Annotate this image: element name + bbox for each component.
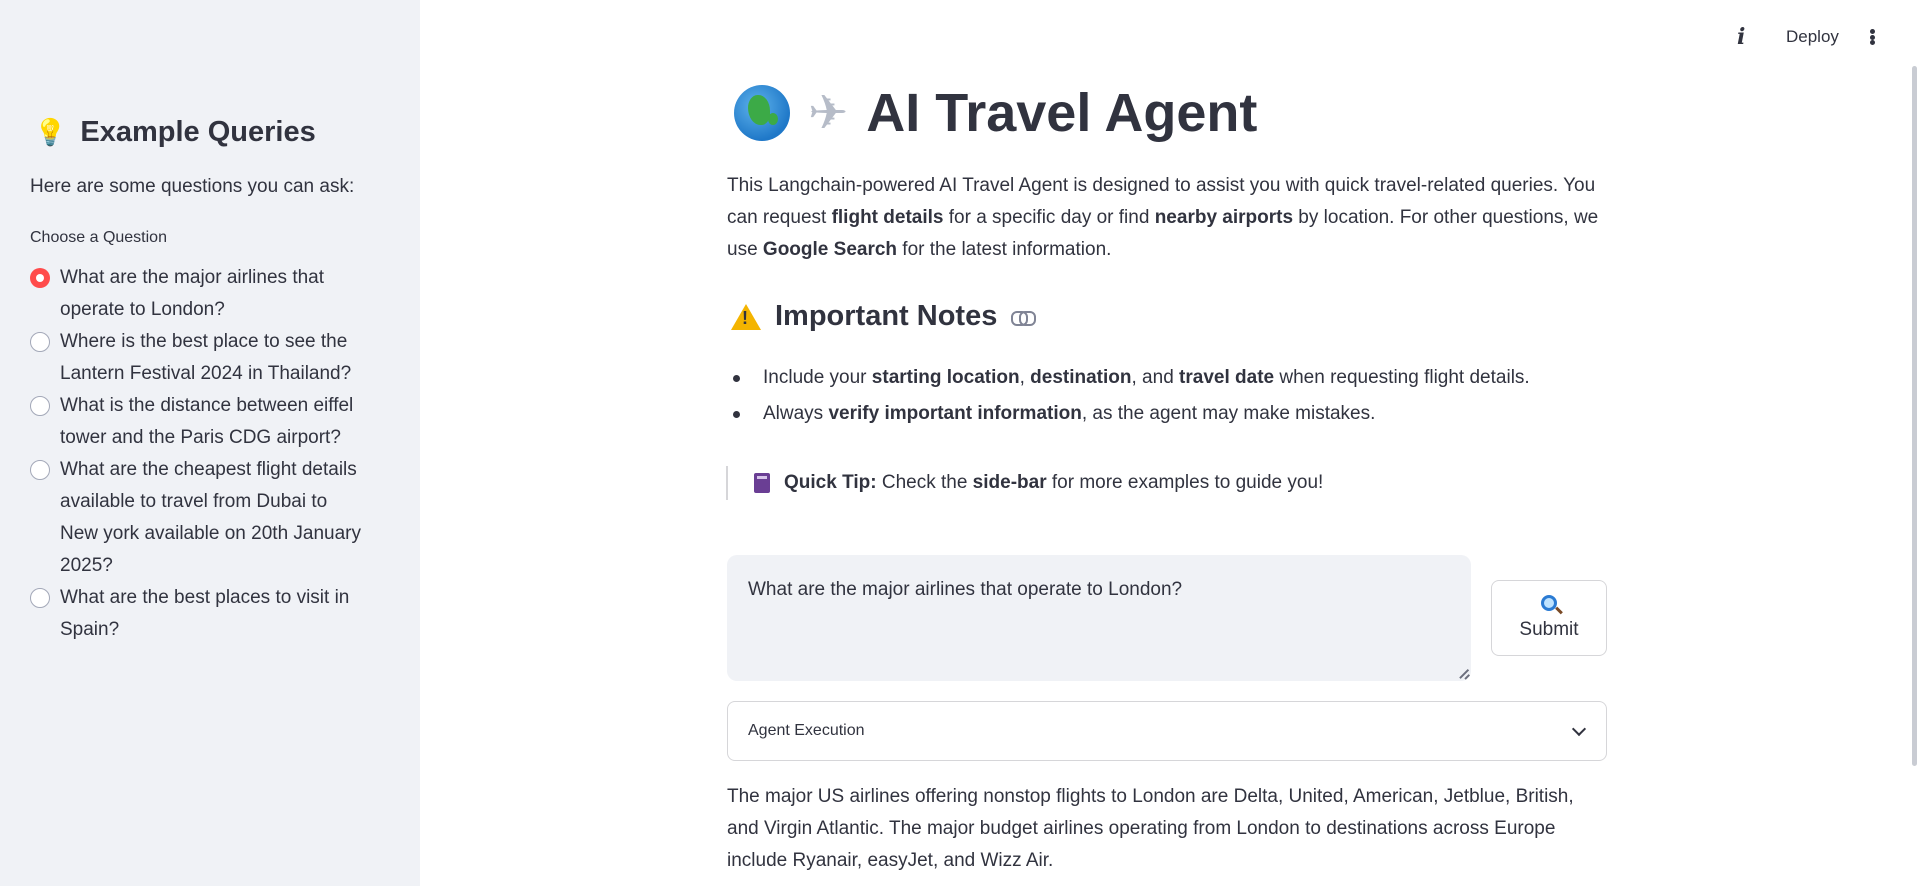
resize-handle[interactable]: [1458, 668, 1468, 678]
radio-option[interactable]: What are the major airlines that operate…: [30, 262, 370, 326]
book-icon: [754, 473, 770, 493]
deploy-button[interactable]: Deploy: [1786, 27, 1839, 47]
more-vertical-icon[interactable]: [1866, 24, 1878, 50]
radio-option-label[interactable]: What are the cheapest flight details ava…: [60, 454, 370, 582]
note-text: , and: [1131, 367, 1180, 388]
intro-bold: nearby airports: [1154, 207, 1294, 228]
quick-tip: Quick Tip: Check the side-bar for more e…: [726, 466, 1323, 500]
radio-button[interactable]: [30, 460, 50, 480]
radio-option[interactable]: What are the best places to visit in Spa…: [30, 582, 370, 646]
submit-label[interactable]: Submit: [1519, 619, 1578, 641]
note-text: Include your: [763, 367, 872, 388]
sidebar: 💡 Example Queries Here are some question…: [0, 0, 420, 886]
intro-bold: Google Search: [762, 239, 898, 260]
agent-execution-expander[interactable]: Agent Execution: [727, 701, 1607, 761]
tip-label: Quick Tip:: [784, 472, 877, 493]
radio-button[interactable]: [30, 588, 50, 608]
radio-button[interactable]: [30, 396, 50, 416]
sidebar-intro: Here are some questions you can ask:: [30, 176, 355, 197]
note-bold: destination: [1030, 367, 1132, 388]
radio-button-selected[interactable]: [30, 268, 50, 288]
page-title: ✈ AI Travel Agent: [734, 82, 1257, 144]
question-radio-group: What are the major airlines that operate…: [30, 262, 370, 646]
notes-heading: Important Notes: [731, 300, 1037, 333]
query-textarea[interactable]: What are the major airlines that operate…: [727, 555, 1471, 681]
note-text: , as the agent may make mistakes.: [1081, 403, 1376, 424]
sidebar-header: 💡 Example Queries: [34, 116, 316, 149]
expander-label[interactable]: Agent Execution: [748, 722, 865, 740]
intro-text: for the latest information.: [897, 239, 1112, 260]
note-text: when requesting flight details.: [1274, 367, 1530, 388]
list-item: Always verify important information, as …: [731, 396, 1631, 432]
note-text: Always: [763, 403, 829, 424]
intro-bold: flight details: [831, 207, 944, 228]
radio-option[interactable]: What is the distance between eiffel towe…: [30, 390, 370, 454]
radio-button[interactable]: [30, 332, 50, 352]
magnifier-icon: [1541, 595, 1557, 611]
answer-text: The major US airlines offering nonstop f…: [727, 786, 1574, 871]
info-icon[interactable]: i: [1737, 24, 1745, 50]
tip-text: for more examples to guide you!: [1046, 472, 1324, 493]
lightbulb-icon: 💡: [34, 117, 67, 147]
radio-option-label[interactable]: Where is the best place to see the Lante…: [60, 326, 370, 390]
notes-list: Include your starting location, destinat…: [731, 360, 1631, 432]
note-bold: verify important information: [828, 403, 1082, 424]
sidebar-header-text: Example Queries: [80, 116, 316, 148]
note-bold: travel date: [1179, 367, 1275, 388]
radio-option-label[interactable]: What is the distance between eiffel towe…: [60, 390, 370, 454]
list-item: Include your starting location, destinat…: [731, 360, 1631, 396]
link-icon[interactable]: [1011, 310, 1037, 326]
radio-option-label[interactable]: What are the best places to visit in Spa…: [60, 582, 370, 646]
globe-icon: [734, 85, 790, 141]
radio-group-label: Choose a Question: [30, 229, 167, 246]
page-title-text: AI Travel Agent: [866, 83, 1258, 143]
radio-option-label[interactable]: What are the major airlines that operate…: [60, 262, 370, 326]
scrollbar[interactable]: [1912, 66, 1917, 766]
radio-option[interactable]: Where is the best place to see the Lante…: [30, 326, 370, 390]
tip-text: Check the: [876, 472, 973, 493]
query-value[interactable]: What are the major airlines that operate…: [748, 579, 1182, 600]
submit-button[interactable]: Submit: [1491, 580, 1607, 656]
radio-option[interactable]: What are the cheapest flight details ava…: [30, 454, 370, 582]
tip-bold: side-bar: [972, 472, 1047, 493]
intro-paragraph: This Langchain-powered AI Travel Agent i…: [727, 170, 1607, 266]
intro-text: for a specific day or find: [943, 207, 1155, 228]
notes-heading-text: Important Notes: [775, 300, 998, 332]
note-text: ,: [1019, 367, 1031, 388]
warning-icon: [731, 303, 761, 330]
chevron-down-icon[interactable]: [1571, 721, 1587, 736]
note-bold: starting location: [871, 367, 1020, 388]
airplane-icon: ✈: [808, 87, 849, 140]
